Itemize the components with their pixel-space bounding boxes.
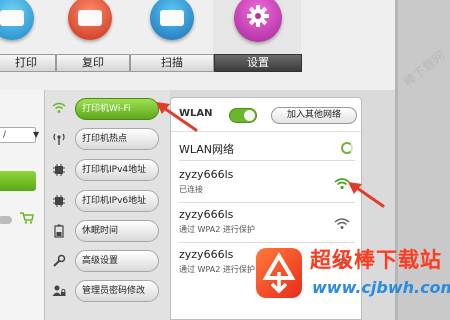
watermark-logo-icon [256,248,302,298]
tab-settings[interactable]: 设置 [214,54,302,72]
menu-item-admin-password[interactable]: 管理员密码修改 [45,280,170,302]
menu-item-label: 休眠时间 [75,220,159,242]
networks-title: WLAN网络 [179,143,235,156]
printer-app-screen: 棒下载网 打印 复印 扫描 设置 / ▼ 打印机Wi-Fi 打印机热点 打印机I… [0,0,450,320]
menu-item-label: 打印机热点 [75,128,159,150]
partial-dropdown[interactable]: / [0,127,36,143]
cart-icon [20,212,34,224]
watermark: 超级棒下载站 www.cjbwh.com [244,236,450,320]
add-other-network-button[interactable]: 加入其他网络 [271,107,357,124]
battery-icon [51,224,67,238]
menu-item-printer-ipv4[interactable]: 打印机IPv4地址 [45,159,170,181]
partial-slider[interactable] [0,216,12,224]
menu-item-label: 高级设置 [75,250,159,272]
wifi-locked-icon [334,218,350,229]
watermark-title: 超级棒下载站 [310,248,442,272]
wifi-icon [51,102,67,116]
left-partial-panel [0,90,45,320]
wrench-icon [51,254,67,268]
menu-item-advanced-settings[interactable]: 高级设置 [45,250,170,272]
main-tabbar: 打印 复印 扫描 设置 [0,54,304,72]
divider [179,202,355,203]
menu-item-printer-ipv6[interactable]: 打印机IPv6地址 [45,190,170,212]
tab-copy[interactable]: 复印 [56,54,130,72]
partial-green-button[interactable] [0,171,36,191]
network-name: zyzy666ls [179,168,234,181]
menu-item-label: 管理员密码修改 [75,280,159,302]
toggle-knob [244,110,255,121]
chip-icon [51,163,67,177]
network-status: 通过 WPA2 进行保护 [179,225,255,234]
user-lock-icon [51,284,67,298]
annotation-arrow-icon [348,182,385,208]
menu-item-label: 打印机Wi-Fi [75,98,159,120]
chip-icon [51,194,67,208]
menu-item-label: 打印机IPv6地址 [75,190,159,212]
dropdown-value: / [3,130,7,140]
menu-item-label: 打印机IPv4地址 [75,159,159,181]
watermark-url: www.cjbwh.com [312,278,450,297]
menu-item-sleep-time[interactable]: 休眠时间 [45,220,170,242]
network-name: zyzy666ls [179,208,234,221]
wlan-toggle[interactable] [229,108,257,123]
annotation-arrow-icon [156,102,198,132]
tab-print[interactable]: 打印 [0,54,56,72]
tab-scan[interactable]: 扫描 [130,54,214,72]
divider [179,160,355,161]
network-status: 已连接 [179,185,203,194]
network-row[interactable]: zyzy666ls 已连接 [171,166,361,206]
hotspot-icon [51,132,67,146]
scanning-spinner-icon [341,142,353,154]
chevron-down-icon[interactable]: ▼ [33,130,39,139]
network-name: zyzy666ls [179,248,234,261]
